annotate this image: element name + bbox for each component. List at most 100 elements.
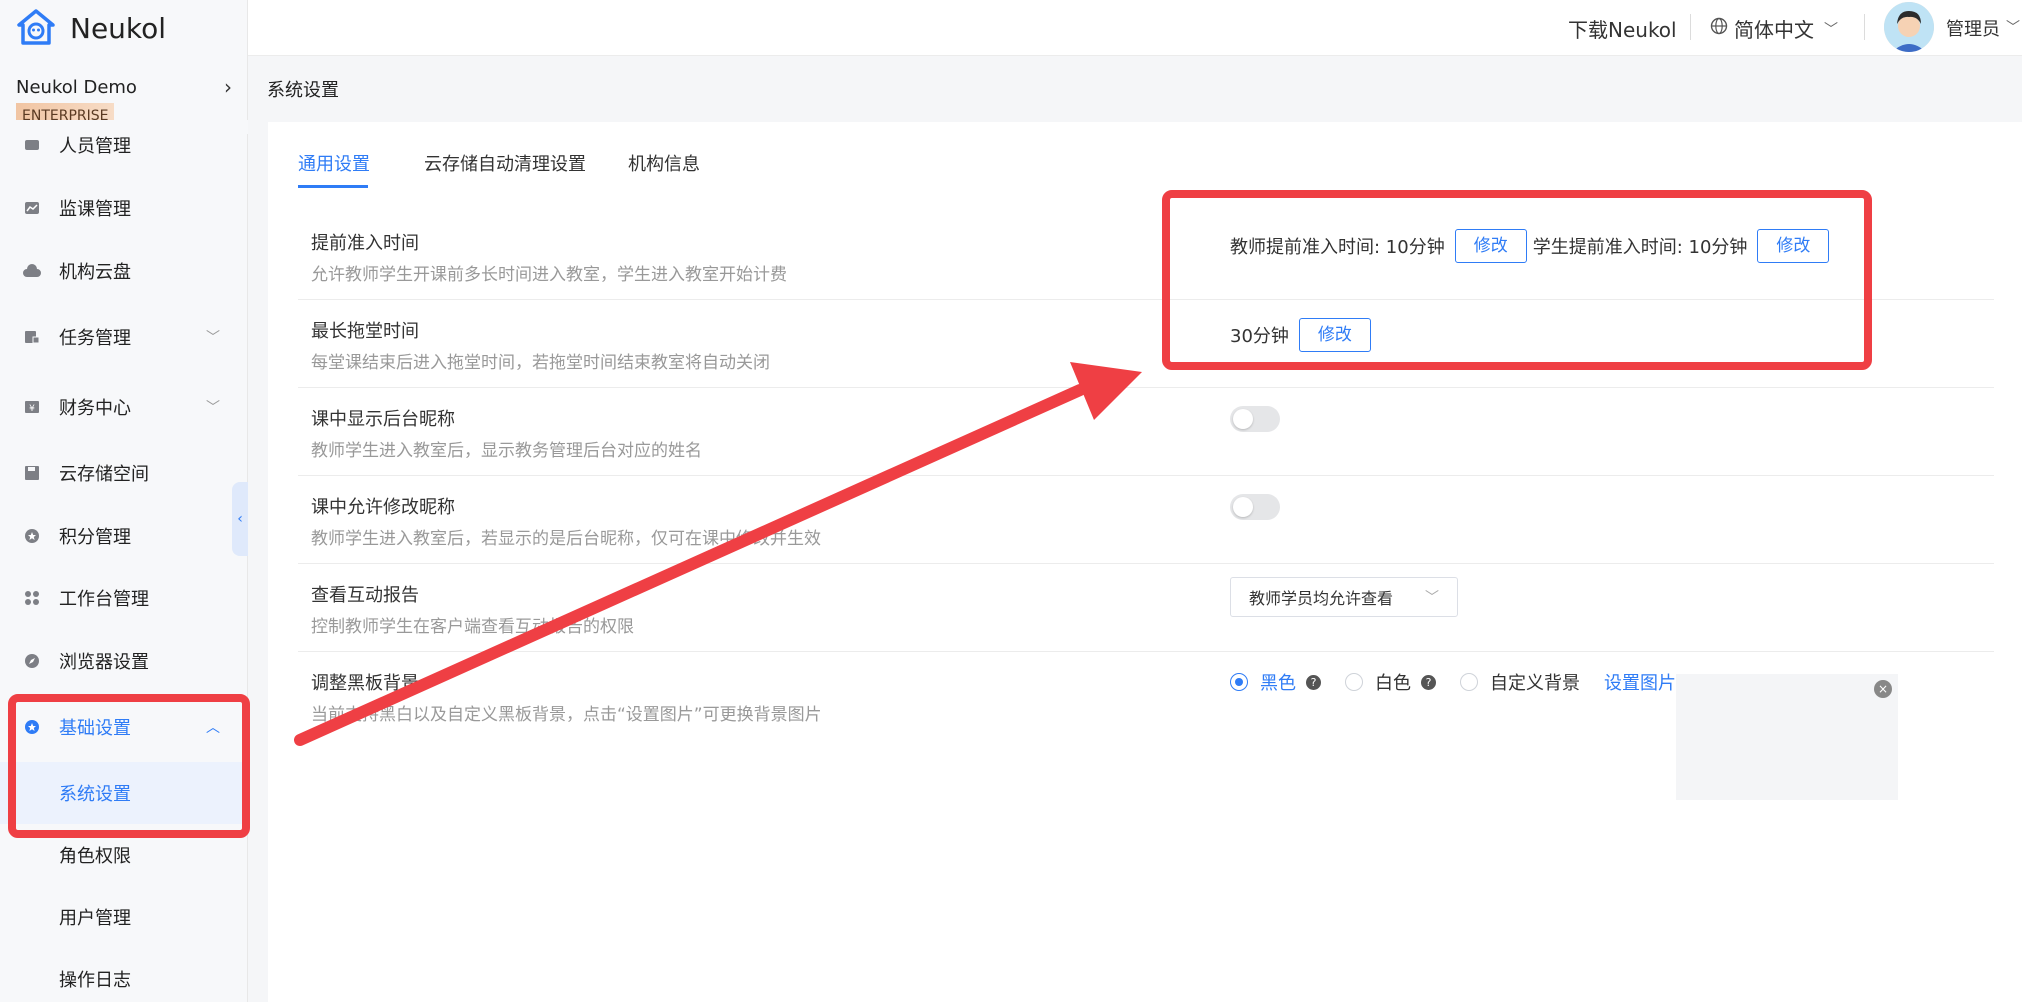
setting-title: 提前准入时间 (311, 233, 419, 254)
chevron-down-icon: ﹀ (2006, 20, 2020, 36)
sidebar-item-label: 系统设置 (59, 784, 131, 805)
sidebar-item-basic-settings[interactable]: 基础设置 ︿ (0, 702, 248, 752)
chevron-up-icon: ︿ (206, 720, 220, 736)
sidebar-item-workbench[interactable]: 工作台管理 (0, 573, 248, 623)
setting-description: 控制教师学生在客户端查看互动报告的权限 (311, 617, 634, 637)
sidebar-item-points[interactable]: 积分管理 (0, 511, 248, 561)
setting-row-early-entry: 提前准入时间 允许教师学生开课前多长时间进入教室，学生进入教室开始计费 教师提前… (298, 212, 1994, 300)
sidebar-item-label: 角色权限 (59, 846, 131, 867)
compass-icon (22, 651, 42, 671)
radio-custom[interactable]: 自定义背景 (1460, 669, 1580, 695)
sidebar-subitem-roles[interactable]: 角色权限 (0, 824, 248, 886)
radio-label: 黑色 (1260, 673, 1296, 694)
edit-teacher-entry-button[interactable]: 修改 (1454, 229, 1527, 263)
settings-card: 通用设置 云存储自动清理设置 机构信息 提前准入时间 允许教师学生开课前多长时间… (268, 122, 2022, 1002)
org-switcher[interactable]: Neukol Demo › (16, 72, 232, 102)
setting-row-allow-rename: 课中允许修改昵称 教师学生进入教室后，若显示的是后台昵称，仅可在课中修改并生效 (298, 476, 1994, 564)
org-name: Neukol Demo (16, 76, 137, 98)
sidebar-subitem-user-management[interactable]: 用户管理 (0, 886, 248, 948)
sidebar-item-finance[interactable]: ¥ 财务中心 ﹀ (0, 382, 248, 432)
close-icon[interactable]: × (1874, 680, 1892, 698)
sidebar-item-label: 操作日志 (59, 970, 131, 991)
sidebar-item-label: 云存储空间 (59, 464, 149, 485)
chevron-down-icon: ﹀ (1425, 590, 1439, 606)
language-label: 简体中文 (1734, 18, 1814, 42)
setting-row-show-nickname: 课中显示后台昵称 教师学生进入教室后，显示教务管理后台对应的姓名 (298, 388, 1994, 476)
teacher-early-entry-value: 教师提前准入时间: 10分钟 (1230, 237, 1445, 258)
avatar[interactable] (1884, 2, 1934, 52)
radio-white[interactable]: 白色 ? (1345, 669, 1436, 695)
chevron-left-icon: ‹ (237, 511, 243, 527)
save-icon (22, 463, 42, 483)
tab-cloud-cleanup[interactable]: 云存储自动清理设置 (424, 150, 586, 176)
settings-icon (22, 717, 42, 737)
setting-title: 最长拖堂时间 (311, 321, 419, 342)
sidebar-collapse-button[interactable]: ‹ (232, 482, 248, 556)
sidebar-item-storage[interactable]: 云存储空间 (0, 448, 248, 498)
early-entry-controls: 教师提前准入时间: 10分钟 修改 学生提前准入时间: 10分钟 修改 (1230, 229, 1830, 263)
radio-dot (1460, 673, 1478, 691)
app-name: Neukol (70, 11, 167, 45)
top-header: 下载Neukol 简体中文 ﹀ 管理员 ﹀ (248, 0, 2022, 56)
grid-icon (22, 588, 42, 608)
tab-general-settings[interactable]: 通用设置 (298, 150, 370, 176)
tab-org-info[interactable]: 机构信息 (628, 150, 700, 176)
chart-icon (22, 198, 42, 218)
language-selector[interactable]: 简体中文 ﹀ (1710, 14, 1838, 43)
sidebar-item-label: 积分管理 (59, 527, 131, 548)
globe-icon (1710, 17, 1728, 40)
sidebar-item-label: 任务管理 (59, 328, 131, 349)
radio-dot (1230, 673, 1248, 691)
sidebar: Neukol Neukol Demo › ENTERPRISE 人员管理 监课管… (0, 0, 248, 1002)
logo[interactable]: Neukol (14, 8, 166, 48)
username[interactable]: 管理员 (1946, 15, 2000, 41)
edit-student-entry-button[interactable]: 修改 (1757, 229, 1830, 263)
sidebar-subitem-system-settings[interactable]: 系统设置 (0, 762, 248, 824)
allow-rename-toggle[interactable] (1230, 494, 1280, 520)
page-title: 系统设置 (267, 80, 339, 101)
setting-row-max-overtime: 最长拖堂时间 每堂课结束后进入拖堂时间，若拖堂时间结束教室将自动关闭 30分钟 … (298, 300, 1994, 388)
radio-black[interactable]: 黑色 ? (1230, 669, 1321, 695)
active-tab-indicator (298, 185, 368, 188)
help-icon[interactable]: ? (1421, 674, 1436, 690)
sidebar-item-label: 监课管理 (59, 199, 131, 220)
radio-dot (1345, 673, 1363, 691)
max-overtime-value: 30分钟 (1230, 326, 1289, 347)
header-divider (1690, 14, 1691, 40)
sidebar-item-label: 人员管理 (59, 136, 131, 157)
cloud-icon (22, 261, 42, 281)
help-icon[interactable]: ? (1306, 674, 1321, 690)
sidebar-item-browser[interactable]: 浏览器设置 (0, 636, 248, 686)
radio-label: 自定义背景 (1490, 673, 1580, 694)
header-divider (1864, 14, 1865, 40)
sidebar-item-monitor[interactable]: 监课管理 (0, 183, 248, 233)
set-image-link[interactable]: 设置图片 (1604, 669, 1676, 695)
setting-title: 调整黑板背景 (311, 673, 419, 694)
chevron-down-icon: ﹀ (206, 400, 220, 416)
sidebar-item-label: 用户管理 (59, 908, 131, 929)
setting-description: 教师学生进入教室后，显示教务管理后台对应的姓名 (311, 441, 702, 461)
edit-overtime-button[interactable]: 修改 (1298, 318, 1371, 352)
sidebar-item-cloud[interactable]: 机构云盘 (0, 246, 248, 296)
board-background-controls: 黑色 ? 白色 ? 自定义背景 设置图片 (1230, 669, 1676, 695)
show-nickname-toggle[interactable] (1230, 406, 1280, 432)
setting-description: 允许教师学生开课前多长时间进入教室，学生进入教室开始计费 (311, 265, 787, 285)
setting-description: 当前支持黑白以及自定义黑板背景，点击“设置图片”可更换背景图片 (311, 705, 822, 725)
setting-description: 每堂课结束后进入拖堂时间，若拖堂时间结束教室将自动关闭 (311, 353, 770, 373)
chevron-down-icon: ﹀ (206, 330, 220, 346)
download-link[interactable]: 下载Neukol (1568, 14, 1677, 43)
setting-title: 课中显示后台昵称 (311, 409, 455, 430)
sidebar-item-tasks[interactable]: 任务管理 ﹀ (0, 312, 248, 362)
sidebar-subitem-operation-log[interactable]: 操作日志 (0, 948, 248, 1002)
setting-description: 教师学生进入教室后，若显示的是后台昵称，仅可在课中修改并生效 (311, 529, 821, 549)
report-permission-select[interactable]: 教师学员均允许查看 ﹀ (1230, 577, 1458, 617)
chevron-down-icon: ﹀ (1824, 21, 1838, 38)
sidebar-item-label: 财务中心 (59, 398, 131, 419)
svg-text:¥: ¥ (29, 404, 35, 414)
max-overtime-controls: 30分钟 修改 (1230, 318, 1371, 352)
points-icon (22, 526, 42, 546)
users-icon (22, 135, 42, 155)
background-preview: × (1676, 674, 1898, 800)
setting-title: 查看互动报告 (311, 585, 419, 606)
sidebar-item-label: 浏览器设置 (59, 652, 149, 673)
